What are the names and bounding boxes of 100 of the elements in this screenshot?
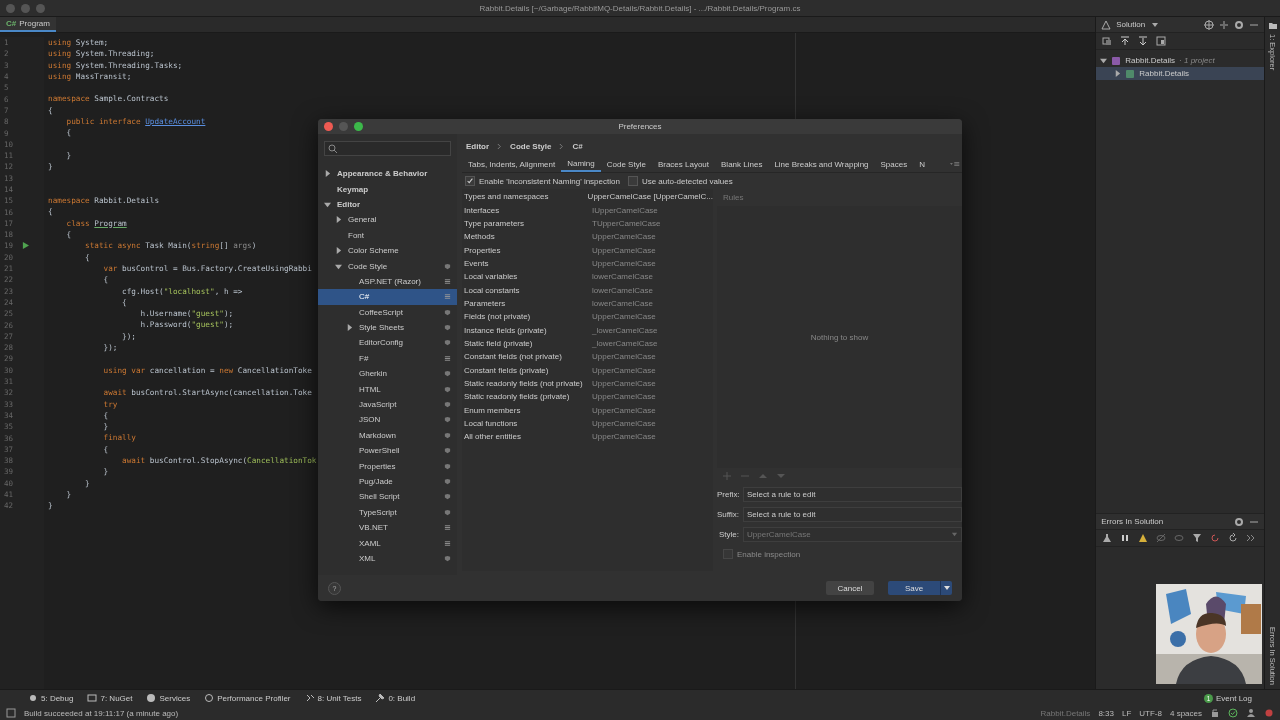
tree-item[interactable]: XAML: [318, 535, 457, 551]
expand-icon[interactable]: [324, 170, 331, 178]
arrow-down-icon[interactable]: [1138, 36, 1149, 46]
tab[interactable]: Code Style: [600, 156, 652, 172]
sync-icon[interactable]: [1228, 533, 1239, 543]
status-item[interactable]: UTF-8: [1139, 708, 1162, 718]
rule-name[interactable]: Parameters: [462, 298, 592, 308]
tree-item[interactable]: Appearance & Behavior: [318, 166, 457, 182]
rule-name[interactable]: Properties: [462, 245, 592, 255]
rule-name[interactable]: All other entities: [462, 432, 592, 442]
tree-item[interactable]: Gherkin: [318, 366, 457, 382]
tab[interactable]: Blank Lines: [715, 156, 769, 172]
prefix-field[interactable]: Select a rule to edit: [743, 486, 962, 502]
tree-item[interactable]: Font: [318, 227, 457, 243]
search-field[interactable]: [324, 141, 451, 156]
tree-item[interactable]: Style Sheets: [318, 319, 457, 336]
tool-window-button[interactable]: 7: NuGet: [87, 693, 133, 703]
rule-name[interactable]: Local functions: [462, 419, 592, 428]
suffix-field[interactable]: Select a rule to edit: [743, 506, 962, 522]
person-icon[interactable]: [1246, 708, 1256, 718]
tree-item[interactable]: Properties: [318, 458, 457, 474]
breadcrumb-item[interactable]: Editor: [466, 141, 490, 151]
tab[interactable]: Spaces: [874, 156, 914, 172]
arrow-up-icon[interactable]: [1120, 36, 1131, 46]
rule-name[interactable]: Interfaces: [462, 205, 592, 215]
tab[interactable]: Braces Layout: [651, 156, 716, 172]
tool-window-button[interactable]: 8: Unit Tests: [304, 693, 362, 703]
tree-item[interactable]: VB.NET: [318, 520, 457, 536]
tree-item[interactable]: Code Style: [318, 258, 457, 274]
run-icon[interactable]: [22, 242, 29, 250]
warning-icon[interactable]: [1138, 533, 1149, 543]
status-item[interactable]: LF: [1121, 708, 1132, 718]
status-item[interactable]: 8:33: [1098, 708, 1114, 718]
tree-item[interactable]: Shell Script: [318, 489, 457, 505]
tree-item[interactable]: JSON: [318, 412, 457, 428]
rule-name[interactable]: Constant fields (private): [462, 365, 592, 375]
files-icon[interactable]: [1102, 36, 1113, 46]
tab[interactable]: N: [913, 156, 931, 172]
refresh-icon[interactable]: [1210, 533, 1221, 543]
locate-icon[interactable]: [1204, 19, 1214, 30]
rule-name[interactable]: Events: [462, 258, 592, 268]
rule-name[interactable]: Static readonly fields (not private): [462, 379, 592, 388]
tree-item[interactable]: TypeScript: [318, 504, 457, 520]
panel-title[interactable]: Solution: [1116, 20, 1146, 29]
editor-tab[interactable]: C# Program: [0, 17, 56, 32]
rule-name[interactable]: Type parameters: [462, 218, 592, 228]
tree-item[interactable]: General: [318, 212, 457, 228]
tree-item[interactable]: Rabbit.Details · 1 project: [1096, 54, 1264, 67]
panel-icon[interactable]: [1156, 36, 1167, 46]
checkbox[interactable]: [465, 176, 475, 186]
status-item[interactable]: 4 spaces: [1169, 708, 1202, 718]
tree-item[interactable]: Rabbit.Details: [1096, 67, 1264, 80]
breadcrumb-item[interactable]: C#: [572, 141, 583, 151]
tree-item[interactable]: CoffeeScript: [318, 304, 457, 320]
expand-icon[interactable]: [346, 324, 353, 332]
rule-name[interactable]: Instance fields (private): [462, 325, 592, 335]
panel-toggle-icon[interactable]: [6, 708, 16, 718]
checkbox[interactable]: [627, 176, 638, 186]
zoom-button[interactable]: [354, 122, 363, 131]
more-icon[interactable]: [1246, 533, 1257, 543]
cancel-button[interactable]: Cancel: [826, 581, 874, 595]
rule-name[interactable]: Constant fields (not private): [462, 352, 592, 362]
eye-slash-icon[interactable]: [1156, 533, 1167, 543]
tree-item[interactable]: JavaScript: [318, 396, 457, 413]
rule-name[interactable]: Static field (private): [462, 338, 592, 348]
rule-name[interactable]: Local variables: [462, 272, 592, 282]
save-options-button[interactable]: [940, 581, 952, 595]
tree-item[interactable]: Markdown: [318, 427, 457, 444]
rule-name[interactable]: Methods: [462, 232, 592, 242]
tree-item[interactable]: ASP.NET (Razor): [318, 273, 457, 290]
tree-item[interactable]: F#: [318, 350, 457, 367]
tree-item[interactable]: XML: [318, 550, 457, 567]
close-button[interactable]: [324, 122, 333, 131]
rule-name[interactable]: Local constants: [462, 285, 592, 295]
check-icon[interactable]: [1228, 708, 1238, 718]
overflow-icon[interactable]: [950, 159, 960, 169]
breadcrumb-item[interactable]: Code Style: [510, 141, 552, 151]
tree-item[interactable]: Editor: [318, 196, 457, 213]
rule-name[interactable]: Enum members: [462, 405, 592, 415]
tab[interactable]: Naming: [561, 156, 601, 172]
flask-icon[interactable]: [1102, 533, 1113, 543]
tree-item[interactable]: EditorConfig: [318, 335, 457, 351]
pause-icon[interactable]: [1120, 533, 1131, 543]
tab[interactable]: Tabs, Indents, Alignment: [462, 156, 562, 172]
tree-item[interactable]: Pug/Jade: [318, 473, 457, 490]
tree-item[interactable]: Color Scheme: [318, 242, 457, 259]
filter-icon[interactable]: [1192, 533, 1203, 543]
tool-window-button[interactable]: 0: Build: [375, 693, 416, 703]
tool-window-button[interactable]: 5: Debug: [28, 693, 74, 703]
rule-name[interactable]: Fields (not private): [462, 312, 592, 322]
tree-item[interactable]: C#: [318, 289, 457, 305]
save-button[interactable]: Save: [888, 581, 940, 595]
tree-item[interactable]: PowerShell: [318, 443, 457, 459]
tree-item[interactable]: Keymap: [318, 181, 457, 197]
tool-window-button[interactable]: Performance Profiler: [204, 693, 291, 703]
tool-window-button[interactable]: Services: [146, 693, 191, 703]
lock-icon[interactable]: [1210, 708, 1220, 718]
tab[interactable]: Line Breaks and Wrapping: [768, 156, 875, 172]
rule-name[interactable]: Types and namespaces: [462, 192, 588, 202]
rule-name[interactable]: Static readonly fields (private): [462, 392, 592, 402]
